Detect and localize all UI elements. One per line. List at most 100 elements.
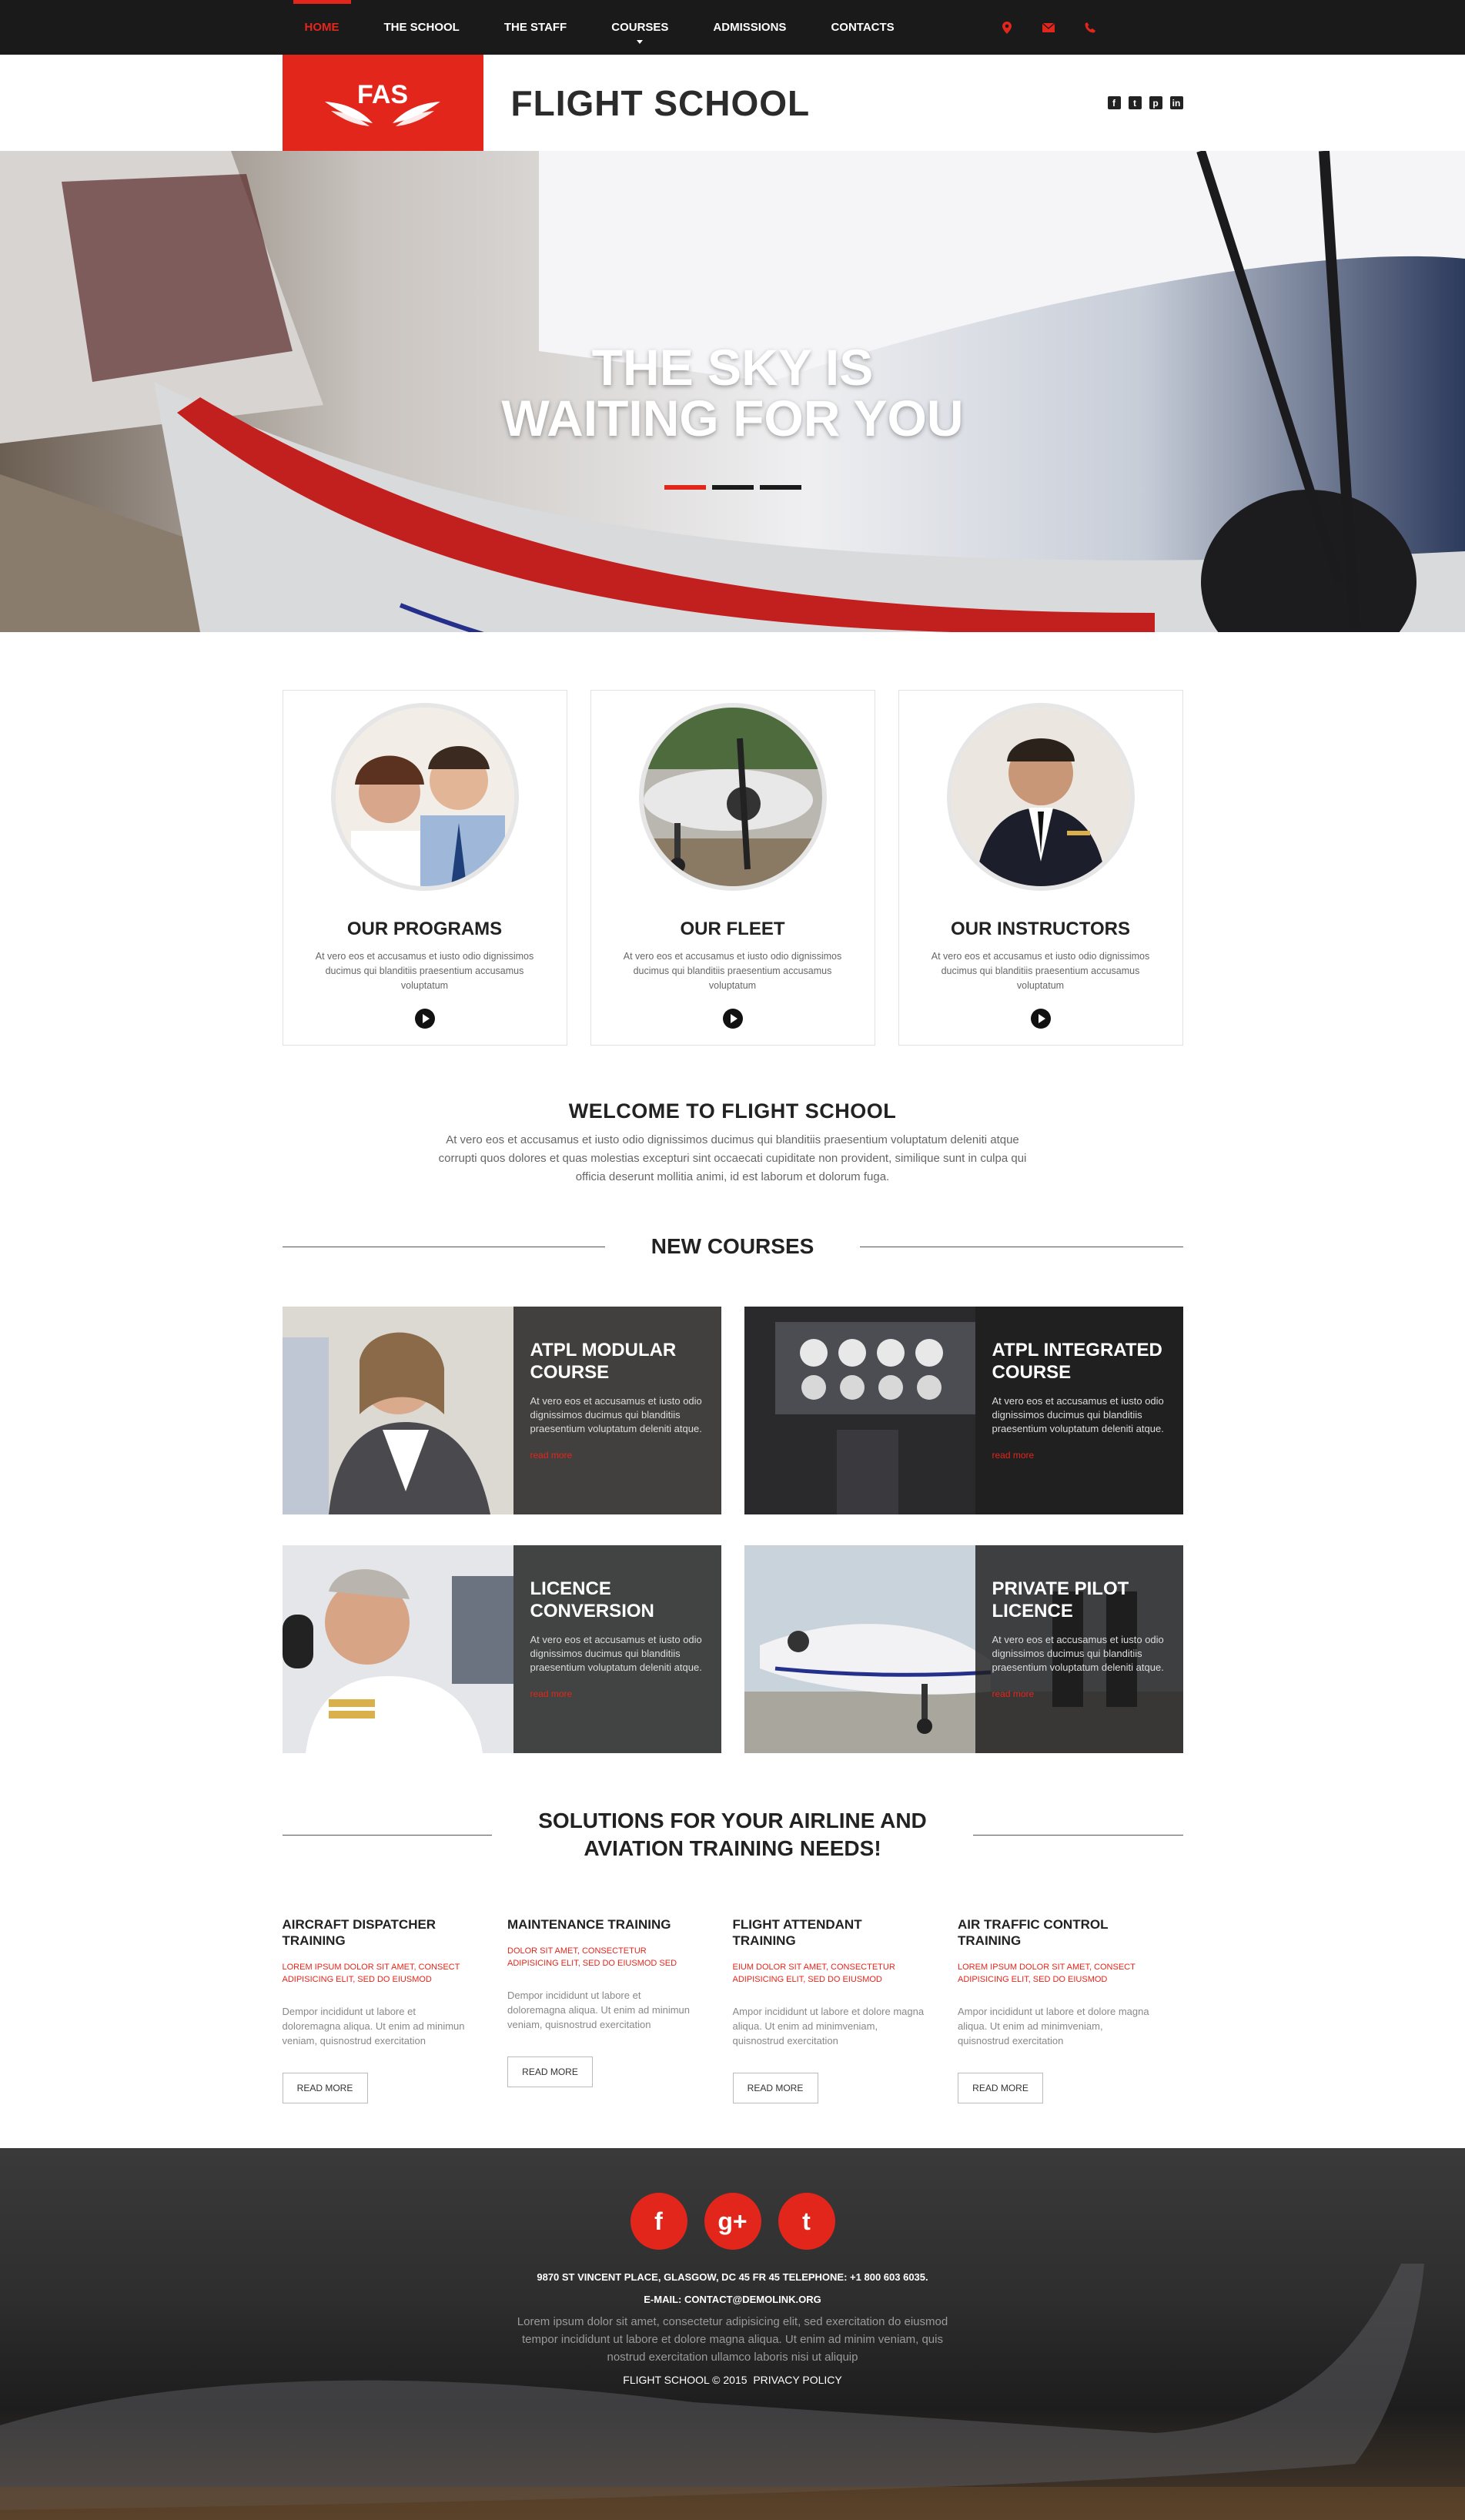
course-card[interactable]: ATPL MODULAR COURSE At vero eos et accus…	[282, 1307, 721, 1514]
section-title: SOLUTIONS FOR YOUR AIRLINE AND AVIATION …	[492, 1807, 973, 1862]
linkedin-icon[interactable]: in	[1169, 96, 1183, 109]
solution-title: FLIGHT ATTENDANT TRAINING	[732, 1917, 862, 1948]
course-card[interactable]: LICENCE CONVERSION At vero eos et accusa…	[282, 1545, 721, 1753]
card-title: OUR FLEET	[680, 919, 785, 939]
feature-cards: OUR PROGRAMS At vero eos et accusamus et…	[282, 690, 1183, 1046]
pinterest-icon[interactable]: p	[1149, 96, 1162, 109]
solution-subtitle: DOLOR SIT AMET, CONSECTETUR ADIPISICING …	[507, 1946, 677, 1968]
nav-item-the-school[interactable]: THE SCHOOL	[362, 0, 482, 55]
solution-subtitle: LOREM IPSUM DOLOR SIT AMET, CONSECT ADIP…	[282, 1963, 460, 1984]
course-card[interactable]: PRIVATE PILOT LICENCE At vero eos et acc…	[744, 1545, 1183, 1753]
read-more-link[interactable]: read more	[530, 1688, 573, 1699]
logo[interactable]: FAS	[282, 55, 483, 151]
solutions-heading: SOLUTIONS FOR YOUR AIRLINE AND AVIATION …	[282, 1807, 1183, 1862]
tumblr-icon[interactable]: t	[778, 2193, 835, 2250]
courses-grid: ATPL MODULAR COURSE At vero eos et accus…	[282, 1307, 1183, 1753]
nav-item-contacts[interactable]: CONTACTS	[808, 0, 916, 55]
solution-text: Dempor incididunt ut labore et doloremag…	[282, 2006, 465, 2046]
read-more-button[interactable]: READ MORE	[958, 2073, 1043, 2103]
read-more-button[interactable]: READ MORE	[282, 2073, 368, 2103]
card-title: OUR INSTRUCTORS	[951, 919, 1130, 939]
solution-item: FLIGHT ATTENDANT TRAINING EIUM DOLOR SIT…	[732, 1916, 958, 2103]
nav-label: THE SCHOOL	[383, 21, 460, 34]
section-title: NEW COURSES	[651, 1234, 814, 1258]
solutions-grid: AIRCRAFT DISPATCHER TRAINING LOREM IPSUM…	[282, 1916, 1183, 2103]
site-title: FLIGHT SCHOOL	[510, 82, 811, 123]
slider-dot[interactable]	[664, 485, 706, 490]
solution-title: AIR TRAFFIC CONTROL TRAINING	[958, 1917, 1109, 1948]
tumblr-icon[interactable]: t	[1128, 96, 1142, 109]
course-panel: LICENCE CONVERSION At vero eos et accusa…	[513, 1545, 721, 1753]
solution-title: MAINTENANCE TRAINING	[507, 1917, 671, 1932]
course-title: ATPL MODULAR COURSE	[530, 1340, 677, 1383]
logo-text: FAS	[357, 80, 408, 109]
nav-item-admissions[interactable]: ADMISSIONS	[691, 0, 808, 55]
caret-down-icon	[637, 40, 644, 44]
read-more-link[interactable]: read more	[992, 1688, 1035, 1699]
course-panel: ATPL MODULAR COURSE At vero eos et accus…	[513, 1307, 721, 1514]
read-more-button[interactable]: READ MORE	[507, 2056, 593, 2087]
slider-pagination	[0, 485, 1465, 490]
nav-label: CONTACTS	[831, 21, 895, 34]
feature-card-fleet: OUR FLEET At vero eos et accusamus et iu…	[590, 690, 875, 1046]
facebook-icon[interactable]: f	[630, 2193, 687, 2250]
solution-text: Ampor incididunt ut labore et dolore mag…	[732, 2006, 925, 2046]
card-title: OUR PROGRAMS	[346, 919, 503, 939]
read-more-link[interactable]: read more	[992, 1450, 1035, 1461]
play-icon[interactable]	[414, 1009, 435, 1029]
read-more-link[interactable]: read more	[530, 1450, 573, 1461]
privacy-policy-link[interactable]: PRIVACY POLICY	[753, 2374, 841, 2386]
course-text: At vero eos et accusamus et iusto odio d…	[992, 1634, 1164, 1673]
card-text: At vero eos et accusamus et iusto odio d…	[931, 951, 1150, 991]
feature-card-instructors: OUR INSTRUCTORS At vero eos et accusamus…	[898, 690, 1183, 1046]
feature-card-programs: OUR PROGRAMS At vero eos et accusamus et…	[282, 690, 567, 1046]
google-plus-icon[interactable]: g+	[704, 2193, 761, 2250]
nav-item-the-staff[interactable]: THE STAFF	[482, 0, 589, 55]
envelope-icon[interactable]	[1040, 19, 1057, 36]
nav-contact-icons	[998, 19, 1099, 36]
welcome-section: WELCOME TO FLIGHT SCHOOL At vero eos et …	[283, 1099, 1183, 1186]
play-icon[interactable]	[1030, 1009, 1051, 1029]
course-text: At vero eos et accusamus et iusto odio d…	[530, 1634, 702, 1673]
nav-label: THE STAFF	[503, 21, 567, 34]
copyright-text: FLIGHT SCHOOL © 2015	[623, 2374, 748, 2386]
course-title: PRIVATE PILOT LICENCE	[992, 1578, 1129, 1621]
course-panel: PRIVATE PILOT LICENCE At vero eos et acc…	[975, 1545, 1183, 1753]
hero-title-line: THE SKY IS	[591, 339, 874, 396]
footer-info: 9870 ST VINCENT PLACE, GLASGOW, DC 45 FR…	[0, 2271, 1465, 2386]
footer-email[interactable]: E-MAIL: CONTACT@DEMOLINK.ORG	[0, 2294, 1465, 2305]
play-icon[interactable]	[722, 1009, 743, 1029]
course-card[interactable]: ATPL INTEGRATED COURSE At vero eos et ac…	[744, 1307, 1183, 1514]
solution-item: AIR TRAFFIC CONTROL TRAINING LOREM IPSUM…	[958, 1916, 1183, 2103]
facebook-icon[interactable]: f	[1107, 96, 1121, 109]
nav-item-courses[interactable]: COURSES	[589, 0, 691, 55]
slider-dot[interactable]	[759, 485, 801, 490]
course-panel: ATPL INTEGRATED COURSE At vero eos et ac…	[975, 1307, 1183, 1514]
phone-icon[interactable]	[1082, 19, 1099, 36]
read-more-button[interactable]: READ MORE	[732, 2073, 818, 2103]
new-courses-heading: NEW COURSES	[282, 1233, 1183, 1260]
programs-image	[330, 703, 519, 891]
site-header: FAS FLIGHT SCHOOL f t p in	[0, 55, 1465, 151]
divider	[972, 1834, 1183, 1836]
hero-slider: THE SKY IS WAITING FOR YOU	[0, 151, 1465, 632]
solution-title: AIRCRAFT DISPATCHER TRAINING	[282, 1917, 436, 1948]
nav-label: HOME	[304, 21, 339, 34]
welcome-title: WELCOME TO FLIGHT SCHOOL	[568, 1099, 897, 1123]
card-text: At vero eos et accusamus et iusto odio d…	[623, 951, 842, 991]
slider-dot[interactable]	[711, 485, 754, 490]
divider	[282, 1834, 493, 1836]
solution-text: Dempor incididunt ut labore et doloremag…	[507, 1990, 691, 2030]
site-footer: f g+ t 9870 ST VINCENT PLACE, GLASGOW, D…	[0, 2148, 1465, 2520]
course-title: LICENCE CONVERSION	[530, 1578, 654, 1621]
header-social-links: f t p in	[1107, 96, 1183, 109]
top-navigation: HOME THE SCHOOL THE STAFF COURSES ADMISS…	[0, 0, 1465, 55]
course-text: At vero eos et accusamus et iusto odio d…	[992, 1395, 1164, 1434]
logo-wings-icon: FAS	[325, 80, 440, 126]
solution-item: MAINTENANCE TRAINING DOLOR SIT AMET, CON…	[507, 1916, 733, 2103]
solution-subtitle: LOREM IPSUM DOLOR SIT AMET, CONSECT ADIP…	[958, 1963, 1136, 1984]
course-title: ATPL INTEGRATED COURSE	[992, 1340, 1162, 1383]
map-pin-icon[interactable]	[998, 19, 1015, 36]
nav-label: ADMISSIONS	[713, 21, 787, 34]
nav-item-home[interactable]: HOME	[283, 0, 362, 55]
